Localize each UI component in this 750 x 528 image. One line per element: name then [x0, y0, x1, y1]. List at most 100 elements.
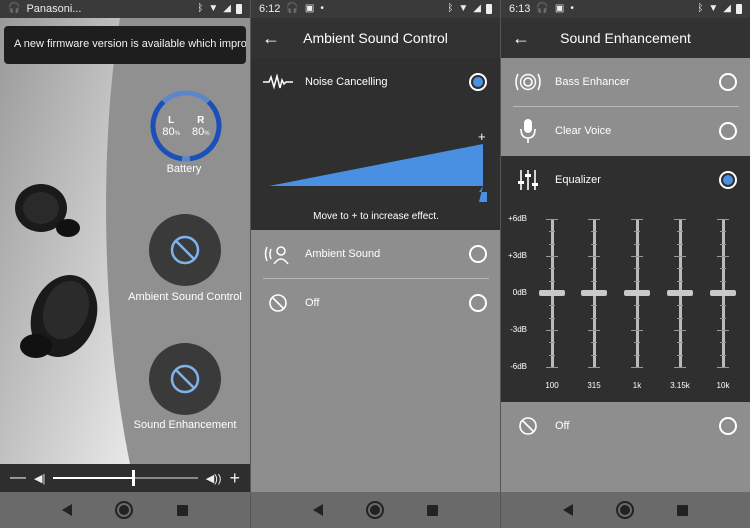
eq-tick — [677, 280, 683, 282]
bass-icon — [515, 73, 541, 91]
eq-tick — [591, 280, 597, 282]
volume-high-icon: ◀)) — [205, 472, 222, 485]
radio-noise-cancelling[interactable] — [469, 73, 487, 91]
navigation-bar — [0, 492, 250, 528]
back-nav-icon[interactable] — [562, 504, 573, 516]
slider-thumb[interactable] — [479, 186, 487, 202]
volume-plus-button[interactable]: + — [229, 468, 240, 489]
eq-band-label: 315 — [587, 381, 601, 390]
option-off[interactable]: Off — [251, 279, 500, 327]
dot-icon: • — [320, 3, 324, 14]
volume-slider-thumb[interactable] — [131, 470, 135, 486]
eq-band-label: 10k — [716, 381, 730, 390]
eq-tick — [591, 354, 597, 356]
eq-tick — [677, 268, 683, 270]
home-nav-icon[interactable] — [115, 501, 134, 519]
eq-band-knob[interactable] — [539, 290, 565, 296]
wifi-icon: ▼ — [208, 3, 219, 14]
radio-ambient-sound[interactable] — [469, 245, 487, 263]
battery-label: Battery — [166, 163, 202, 175]
eq-band-label: 3.15k — [670, 381, 690, 390]
eq-tick — [674, 219, 686, 220]
battery-left-unit: % — [174, 130, 180, 137]
noise-cancelling-level-slider[interactable]: + — [263, 130, 489, 206]
option-off[interactable]: Off — [501, 402, 750, 450]
signal-icon: ◢ — [223, 3, 231, 14]
battery-status-icon — [236, 4, 242, 14]
option-clear-voice[interactable]: Clear Voice — [501, 107, 750, 155]
eq-band-knob[interactable] — [624, 290, 650, 296]
status-bar: 6:12 🎧 ▣ • ᛒ ▼ ◢ — [251, 0, 500, 18]
eq-tick — [588, 330, 600, 331]
recents-nav-icon[interactable] — [177, 504, 189, 516]
battery-gauge[interactable]: L 80% R 80% — [148, 88, 224, 164]
eq-band-knob[interactable] — [581, 290, 607, 296]
home-nav-icon[interactable] — [615, 501, 634, 519]
eq-tick — [674, 330, 686, 331]
eq-tick — [634, 342, 640, 344]
option-label: Equalizer — [555, 174, 601, 186]
eq-tick — [591, 231, 597, 233]
eq-tick — [588, 367, 600, 368]
eq-db-label: -6dB — [510, 362, 527, 371]
back-arrow-icon[interactable]: ← — [251, 28, 291, 49]
eq-db-label: +3dB — [508, 251, 527, 260]
battery-status-icon — [736, 4, 742, 14]
option-ambient-sound[interactable]: Ambient Sound — [251, 230, 500, 278]
back-nav-icon[interactable] — [312, 504, 323, 516]
eq-db-label: 0dB — [512, 288, 527, 297]
wifi-icon: ▼ — [458, 3, 469, 14]
back-nav-icon[interactable] — [61, 504, 72, 516]
earbuds-image — [15, 184, 98, 358]
radio-off[interactable] — [719, 417, 737, 435]
ambient-sound-control-button[interactable] — [149, 214, 221, 286]
eq-tick — [546, 330, 558, 331]
option-equalizer[interactable]: Equalizer — [501, 156, 750, 204]
sound-enhancement-button[interactable] — [149, 343, 221, 415]
eq-tick — [588, 219, 600, 220]
eq-tick — [677, 231, 683, 233]
ambient-sound-control-label: Ambient Sound Control — [128, 291, 242, 303]
status-app-name: Panasoni... — [26, 3, 82, 15]
home-nav-icon[interactable] — [365, 501, 384, 519]
eq-tick — [588, 256, 600, 257]
equalizer-icon — [518, 170, 538, 190]
eq-tick — [717, 219, 729, 220]
back-arrow-icon[interactable]: ← — [501, 28, 541, 49]
volume-minus-button[interactable]: — — [10, 469, 26, 487]
eq-tick — [634, 280, 640, 282]
eq-tick — [549, 342, 555, 344]
option-label: Bass Enhancer — [555, 76, 630, 88]
off-icon — [269, 294, 287, 312]
eq-tick — [674, 367, 686, 368]
option-label: Off — [555, 420, 570, 432]
eq-tick — [720, 280, 726, 282]
bluetooth-icon: ᛒ — [697, 3, 704, 14]
sound-enhancement-label: Sound Enhancement — [133, 419, 237, 431]
bluetooth-icon: ᛒ — [447, 3, 454, 14]
eq-band-knob[interactable] — [667, 290, 693, 296]
eq-tick — [677, 305, 683, 307]
radio-equalizer[interactable] — [719, 171, 737, 189]
volume-slider[interactable] — [53, 470, 198, 486]
battery-right-unit: % — [204, 130, 210, 137]
eq-tick — [549, 231, 555, 233]
off-icon — [170, 364, 200, 394]
radio-off[interactable] — [469, 294, 487, 312]
firmware-toast[interactable]: A new firmware version is available whic… — [4, 26, 246, 64]
eq-tick — [549, 354, 555, 356]
eq-band-knob[interactable] — [710, 290, 736, 296]
battery-status-icon — [486, 4, 492, 14]
bluetooth-icon: ᛒ — [197, 3, 204, 14]
radio-clear-voice[interactable] — [719, 122, 737, 140]
volume-low-icon: ◀| — [34, 472, 46, 485]
recents-nav-icon[interactable] — [427, 504, 439, 516]
eq-tick — [720, 231, 726, 233]
radio-bass-enhancer[interactable] — [719, 73, 737, 91]
recents-nav-icon[interactable] — [677, 504, 689, 516]
eq-tick — [549, 317, 555, 319]
option-noise-cancelling[interactable]: Noise Cancelling — [251, 58, 500, 106]
option-bass-enhancer[interactable]: Bass Enhancer — [501, 58, 750, 106]
ambient-sound-icon — [264, 246, 289, 265]
eq-tick — [549, 280, 555, 282]
